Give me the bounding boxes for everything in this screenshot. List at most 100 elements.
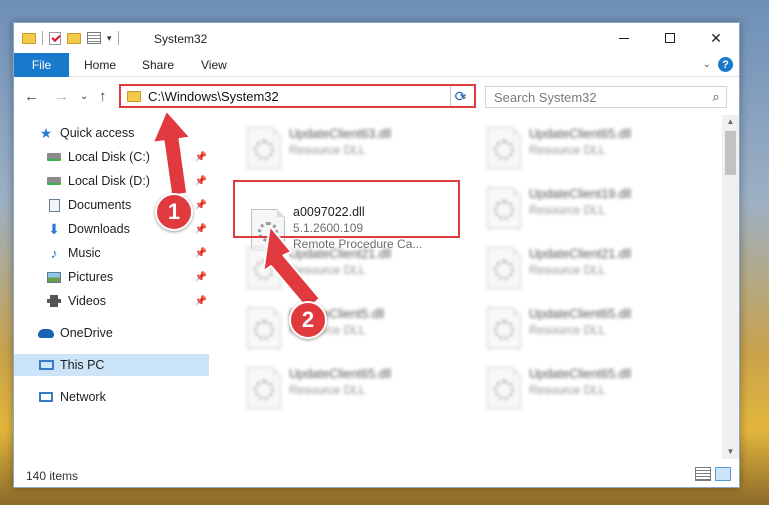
file-name: UpdateClient19.dll: [529, 187, 632, 201]
star-icon: ★: [39, 124, 53, 141]
dll-file-icon: [487, 307, 521, 349]
this-pc-icon: [38, 360, 54, 370]
dll-file-icon: [247, 367, 281, 409]
nav-item-network[interactable]: Network: [14, 386, 209, 408]
tab-share[interactable]: Share: [142, 58, 174, 72]
search-icon[interactable]: ⌕: [706, 89, 726, 105]
file-name: UpdateClient65.dll: [529, 127, 632, 141]
minimize-button[interactable]: [601, 23, 647, 53]
nav-item-local-disk-c[interactable]: Local Disk (C:) 📌: [14, 146, 209, 168]
folder-icon: [127, 90, 141, 102]
dll-file-icon: [247, 247, 281, 289]
pin-icon[interactable]: 📌: [195, 152, 207, 163]
vertical-scrollbar[interactable]: ▲ ▼: [722, 115, 739, 459]
recent-locations-button[interactable]: ⌄: [80, 91, 88, 102]
nav-item-label: OneDrive: [60, 326, 113, 340]
dll-file-icon: [247, 307, 281, 349]
file-item[interactable]: UpdateClient21.dll Resource DLL: [487, 243, 719, 295]
nav-item-pictures[interactable]: Pictures 📌: [14, 266, 209, 288]
pin-icon[interactable]: 📌: [195, 224, 207, 235]
ribbon-tabs: File Home Share View ⌄ ?: [14, 53, 739, 77]
file-name: UpdateClient21.dll: [289, 247, 392, 261]
nav-item-label: Documents: [68, 198, 132, 212]
file-item[interactable]: UpdateClient65.dll Resource DLL: [247, 363, 479, 415]
onedrive-icon: [38, 328, 54, 338]
tab-home[interactable]: Home: [84, 58, 116, 72]
chevron-down-icon[interactable]: ⌄: [703, 59, 711, 70]
nav-item-this-pc[interactable]: This PC: [14, 354, 209, 376]
file-item[interactable]: UpdateClient65.dll Resource DLL: [487, 123, 719, 175]
forward-button[interactable]: →: [54, 88, 69, 105]
help-icon[interactable]: ?: [718, 57, 733, 72]
file-item[interactable]: UpdateClient65.dll Resource DLL: [487, 363, 719, 415]
file-item[interactable]: UpdateClient5.dll Resource DLL: [247, 303, 479, 355]
highlight-box: [233, 180, 460, 238]
nav-item-label: Pictures: [68, 270, 114, 284]
details-view-icon[interactable]: [695, 467, 711, 481]
file-name: UpdateClient63.dll: [289, 127, 392, 141]
up-button[interactable]: ↑: [99, 88, 107, 105]
downloads-icon: ⬇: [48, 220, 60, 237]
back-button[interactable]: ←: [24, 88, 39, 105]
scroll-up-icon[interactable]: ▲: [722, 115, 739, 129]
file-item[interactable]: UpdateClient65.dll Resource DLL: [487, 303, 719, 355]
navigation-pane: ★ Quick access Local Disk (C:) 📌 Local D…: [14, 115, 209, 459]
nav-item-local-disk-d[interactable]: Local Disk (D:) 📌: [14, 170, 209, 192]
tiles-view-icon[interactable]: [715, 467, 731, 481]
address-bar[interactable]: C:\Windows\System32 ⌄: [119, 84, 476, 108]
close-icon: ✕: [710, 29, 722, 46]
network-icon: [39, 392, 53, 402]
nav-item-label: Local Disk (D:): [68, 174, 150, 188]
search-box[interactable]: ⌕: [485, 86, 727, 108]
properties-check-icon[interactable]: [49, 31, 61, 45]
pin-icon[interactable]: 📌: [195, 272, 207, 283]
step-2-badge: 2: [289, 301, 327, 339]
nav-item-label: This PC: [60, 358, 105, 372]
file-explorer-window: ▾ System32 ✕ File Home Share View ⌄ ? ← …: [13, 22, 740, 488]
toolbar-divider: [42, 31, 43, 45]
scroll-thumb[interactable]: [725, 131, 736, 175]
nav-item-quick-access[interactable]: ★ Quick access: [14, 122, 209, 144]
file-type: Resource DLL: [529, 263, 606, 277]
scroll-down-icon[interactable]: ▼: [722, 445, 739, 459]
disk-icon: [47, 177, 61, 185]
file-item[interactable]: UpdateClient19.dll Resource DLL: [487, 183, 719, 235]
pin-icon[interactable]: 📌: [195, 200, 207, 211]
search-input[interactable]: [494, 89, 706, 105]
pin-icon[interactable]: 📌: [195, 296, 207, 307]
dll-file-icon: [247, 127, 281, 169]
pictures-icon: [47, 271, 61, 283]
dll-file-icon: [487, 187, 521, 229]
pin-icon[interactable]: 📌: [195, 248, 207, 259]
music-icon: ♪: [50, 245, 58, 261]
tab-file[interactable]: File: [14, 53, 69, 77]
customize-toolbar-icon[interactable]: [87, 32, 101, 44]
file-name: UpdateClient65.dll: [289, 367, 392, 381]
folder-icon: [22, 32, 36, 44]
address-path[interactable]: C:\Windows\System32: [148, 89, 460, 104]
file-type: Resource DLL: [289, 143, 366, 157]
file-type: Resource DLL: [529, 203, 606, 217]
status-bar: 140 items: [14, 463, 739, 487]
tab-view[interactable]: View: [201, 58, 227, 72]
refresh-button[interactable]: ⟳: [450, 86, 470, 106]
file-list: UpdateClient63.dll Resource DLL UpdateCl…: [222, 115, 722, 459]
file-item[interactable]: UpdateClient63.dll Resource DLL: [247, 123, 479, 175]
title-bar: ▾ System32 ✕: [14, 23, 739, 53]
file-type: Resource DLL: [529, 143, 606, 157]
maximize-button[interactable]: [647, 23, 693, 53]
close-button[interactable]: ✕: [693, 23, 739, 53]
documents-icon: [48, 198, 60, 212]
toolbar-dropdown-icon[interactable]: ▾: [107, 33, 112, 44]
toolbar-divider: [117, 31, 119, 45]
file-item[interactable]: UpdateClient21.dll Resource DLL: [247, 243, 479, 295]
nav-item-videos[interactable]: Videos 📌: [14, 290, 209, 312]
pin-icon[interactable]: 📌: [195, 176, 207, 187]
new-folder-icon[interactable]: [67, 32, 81, 44]
nav-item-onedrive[interactable]: OneDrive: [14, 322, 209, 344]
file-type: Resource DLL: [529, 323, 606, 337]
disk-icon: [47, 153, 61, 161]
nav-item-music[interactable]: ♪ Music 📌: [14, 242, 209, 264]
dll-file-icon: [487, 367, 521, 409]
maximize-icon: [665, 33, 675, 43]
